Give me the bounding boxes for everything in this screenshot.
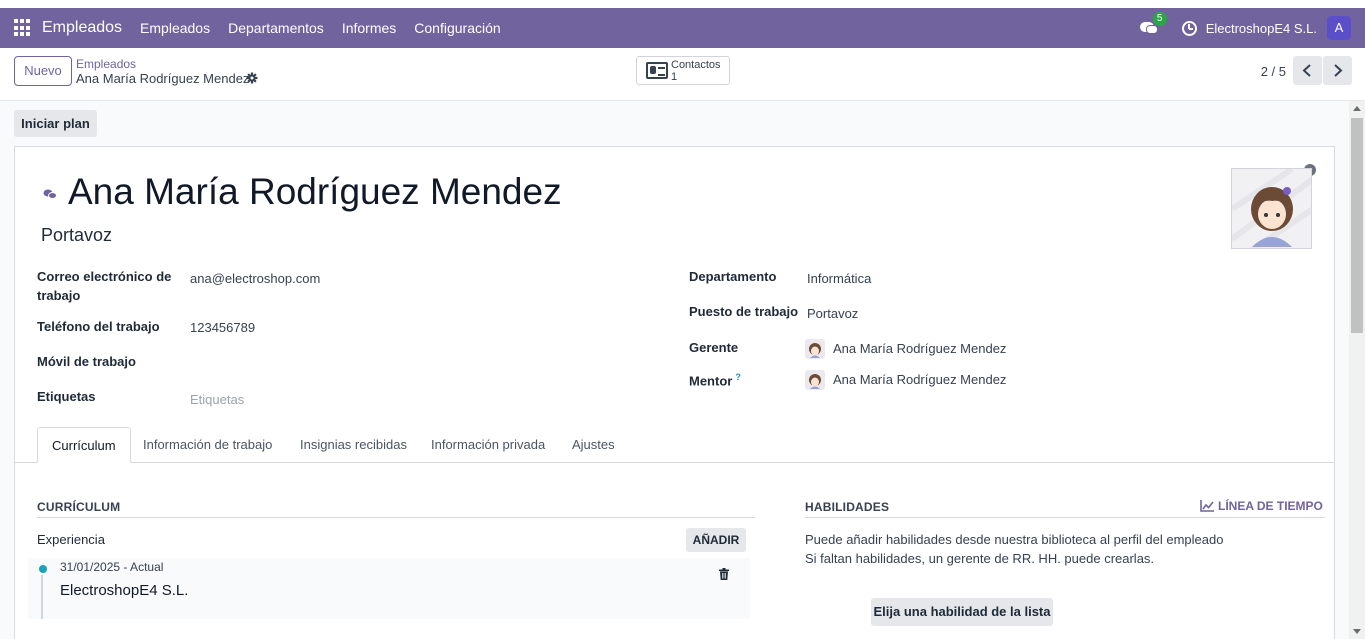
skills-help-line-2: Si faltan habilidades, un gerente de RR.… xyxy=(805,551,1155,566)
tab-private-information[interactable]: Información privada xyxy=(417,427,559,463)
tags-label: Etiquetas xyxy=(37,389,96,404)
add-resume-line-button[interactable]: AÑADIR xyxy=(686,528,746,552)
navbar-systray: 5 ElectroshopE4 S.L. A xyxy=(1139,8,1351,48)
contacts-smart-button[interactable]: Contactos 1 xyxy=(636,56,730,85)
mentor-avatar xyxy=(805,370,825,390)
work-phone-value[interactable]: 123456789 xyxy=(190,318,255,337)
manager-avatar xyxy=(805,339,825,359)
skills-help-line-1: Puede añadir habilidades desde nuestra b… xyxy=(805,532,1224,547)
tab-settings[interactable]: Ajustes xyxy=(558,427,629,463)
chat-icon[interactable]: 5 xyxy=(1139,12,1167,36)
timeline-button-label: LÍNEA DE TIEMPO xyxy=(1218,499,1323,513)
work-phone-label: Teléfono del trabajo xyxy=(37,319,160,334)
app-brand[interactable]: Empleados xyxy=(42,19,122,37)
resume-section-title: CURRÍCULUM xyxy=(37,500,121,514)
breadcrumb-current: Ana María Rodríguez Mendez xyxy=(76,71,250,86)
address-card-icon xyxy=(646,62,668,79)
mentor-help-icon[interactable]: ? xyxy=(735,372,741,382)
work-email-value[interactable]: ana@electroshop.com xyxy=(190,269,320,288)
department-label: Departamento xyxy=(689,269,777,284)
pager-previous-button[interactable] xyxy=(1293,56,1322,85)
timeline-button[interactable]: LÍNEA DE TIEMPO xyxy=(1200,499,1323,513)
employee-form-sheet: Ana María Rodríguez Mendez Portavoz Corr… xyxy=(14,146,1335,639)
mentor-label-text: Mentor xyxy=(689,373,733,389)
work-email-label: Correo electrónico de trabajo xyxy=(37,269,172,303)
work-mobile-input[interactable] xyxy=(190,353,490,372)
page-scrollbar[interactable] xyxy=(1349,101,1365,639)
manager-label: Gerente xyxy=(689,340,739,355)
chevron-right-icon xyxy=(1334,64,1343,77)
smart-button-count: 1 xyxy=(671,71,678,83)
main-navbar: Empleados Empleados Departamentos Inform… xyxy=(0,8,1365,48)
tab-resume[interactable]: Currículum xyxy=(37,427,131,463)
menu-item-reports[interactable]: Informes xyxy=(342,20,396,36)
tab-received-badges[interactable]: Insignias recibidas xyxy=(286,427,421,463)
job-position-value[interactable]: Portavoz xyxy=(807,304,858,323)
apps-menu-icon[interactable] xyxy=(14,19,32,37)
nav-menu: Empleados Departamentos Informes Configu… xyxy=(140,20,519,36)
skills-separator xyxy=(805,517,1325,518)
scrollbar-thumb[interactable] xyxy=(1351,118,1363,333)
pager-value[interactable]: 2 / 5 xyxy=(1261,64,1286,79)
timeline-dot xyxy=(39,565,47,573)
manager-value[interactable]: Ana María Rodríguez Mendez xyxy=(833,339,1006,358)
mentor-value[interactable]: Ana María Rodríguez Mendez xyxy=(833,370,1006,389)
resume-group-experience: Experiencia xyxy=(37,532,105,547)
chevron-left-icon xyxy=(1302,64,1311,77)
resume-line-date: 31/01/2025 - Actual xyxy=(60,560,164,574)
tab-work-information[interactable]: Información de trabajo xyxy=(129,427,286,463)
start-plan-button[interactable]: Iniciar plan xyxy=(14,110,97,137)
smart-button-label: Contactos xyxy=(671,59,721,71)
timeline-line xyxy=(41,575,43,619)
mentor-label: Mentor? xyxy=(689,368,741,390)
scroll-up-arrow-icon[interactable] xyxy=(1353,106,1361,111)
new-button[interactable]: Nuevo xyxy=(14,56,72,86)
user-avatar[interactable]: A xyxy=(1327,16,1351,40)
employee-name[interactable]: Ana María Rodríguez Mendez xyxy=(68,171,562,213)
menu-item-departments[interactable]: Departamentos xyxy=(228,20,324,36)
menu-item-employees[interactable]: Empleados xyxy=(140,20,210,36)
control-panel: Nuevo Empleados Ana María Rodríguez Mend… xyxy=(0,48,1365,101)
chat-bubbles-icon xyxy=(43,189,57,199)
pick-skill-button[interactable]: Elija una habilidad de la lista xyxy=(871,598,1053,626)
top-strip xyxy=(0,0,1365,8)
line-chart-icon xyxy=(1200,500,1214,512)
tags-input[interactable]: Etiquetas xyxy=(190,390,244,409)
resume-line-name: ElectroshopE4 S.L. xyxy=(60,582,189,599)
activity-clock-icon[interactable] xyxy=(1181,20,1197,36)
breadcrumb-parent[interactable]: Empleados xyxy=(76,57,136,71)
menu-item-configuration[interactable]: Configuración xyxy=(414,20,500,36)
job-position-label: Puesto de trabajo xyxy=(689,304,799,319)
trash-icon[interactable] xyxy=(719,568,729,580)
skills-section-title: HABILIDADES xyxy=(805,500,890,514)
chat-badge: 5 xyxy=(1152,12,1167,26)
work-mobile-label: Móvil de trabajo xyxy=(37,354,136,369)
company-switcher[interactable]: ElectroshopE4 S.L. xyxy=(1206,21,1317,36)
scroll-down-arrow-icon[interactable] xyxy=(1353,629,1361,634)
employee-job-title[interactable]: Portavoz xyxy=(41,225,112,246)
gear-icon[interactable] xyxy=(246,72,258,84)
resume-separator xyxy=(37,517,755,518)
employee-photo[interactable] xyxy=(1231,168,1312,249)
notebook-tabs: Currículum Información de trabajo Insign… xyxy=(15,427,1334,463)
pager-next-button[interactable] xyxy=(1323,56,1352,85)
department-value[interactable]: Informática xyxy=(807,269,871,288)
